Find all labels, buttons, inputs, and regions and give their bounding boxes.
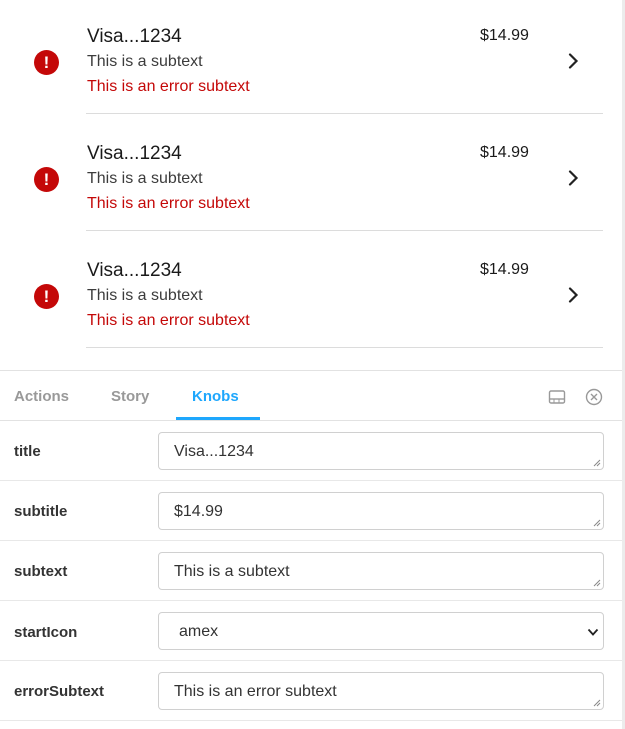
item-error-subtext: This is an error subtext [87,195,250,212]
select-value: amex [179,623,219,640]
chevron-right-icon[interactable] [565,287,581,303]
tab-story[interactable]: Story [111,371,149,421]
divider [86,347,603,348]
title-input[interactable]: Visa...1234 [158,432,604,470]
field-value: This is a subtext [174,563,290,580]
item-subtext: This is a subtext [87,170,203,187]
chevron-down-icon [587,628,599,636]
knob-row-subtext: subtext This is a subtext [0,541,622,601]
resize-handle-icon[interactable] [593,699,601,707]
tab-actions[interactable]: Actions [14,371,69,421]
field-value: $14.99 [174,503,223,520]
resize-handle-icon[interactable] [593,579,601,587]
item-subtext: This is a subtext [87,287,203,304]
item-amount: $14.99 [480,27,529,44]
field-value: This is an error subtext [174,683,337,700]
item-subtext: This is a subtext [87,53,203,70]
addons-tabbar: Actions Story Knobs [0,371,622,421]
resize-handle-icon[interactable] [593,519,601,527]
subtext-input[interactable]: This is a subtext [158,552,604,590]
item-title: Visa...1234 [87,26,182,47]
item-amount: $14.99 [480,261,529,278]
resize-handle-icon[interactable] [593,459,601,467]
item-error-subtext: This is an error subtext [87,78,250,95]
knob-row-starticon: startIcon amex [0,601,622,661]
close-circle-icon[interactable] [585,388,603,406]
knob-label: title [14,443,41,460]
payment-list-item[interactable]: ! Visa...1234 This is a subtext This is … [0,0,603,117]
panel-layout-icon[interactable] [548,388,566,406]
chevron-right-icon[interactable] [565,53,581,69]
error-exclamation-icon: ! [34,284,59,309]
addons-panel: Actions Story Knobs title Visa...1234 su… [0,370,622,729]
divider [86,113,603,114]
knob-label: subtitle [14,503,68,520]
active-tab-indicator [176,417,260,420]
chevron-right-icon[interactable] [565,170,581,186]
knob-label: startIcon [14,624,78,641]
knob-label: subtext [14,563,68,580]
divider [86,230,603,231]
tab-knobs[interactable]: Knobs [192,371,239,421]
errorsubtext-input[interactable]: This is an error subtext [158,672,604,710]
payment-list-item[interactable]: ! Visa...1234 This is a subtext This is … [0,234,603,351]
item-title: Visa...1234 [87,143,182,164]
field-value: Visa...1234 [174,443,254,460]
error-exclamation-icon: ! [34,167,59,192]
item-amount: $14.99 [480,144,529,161]
payment-list-item[interactable]: ! Visa...1234 This is a subtext This is … [0,117,603,234]
error-exclamation-icon: ! [34,50,59,75]
knob-row-subtitle: subtitle $14.99 [0,481,622,541]
item-error-subtext: This is an error subtext [87,312,250,329]
story-preview: ! Visa...1234 This is a subtext This is … [0,0,625,370]
starticon-select[interactable]: amex [158,612,604,650]
knob-row-errorsubtext: errorSubtext This is an error subtext [0,661,622,721]
subtitle-input[interactable]: $14.99 [158,492,604,530]
item-title: Visa...1234 [87,260,182,281]
knob-label: errorSubtext [14,683,105,700]
knob-row-title: title Visa...1234 [0,421,622,481]
